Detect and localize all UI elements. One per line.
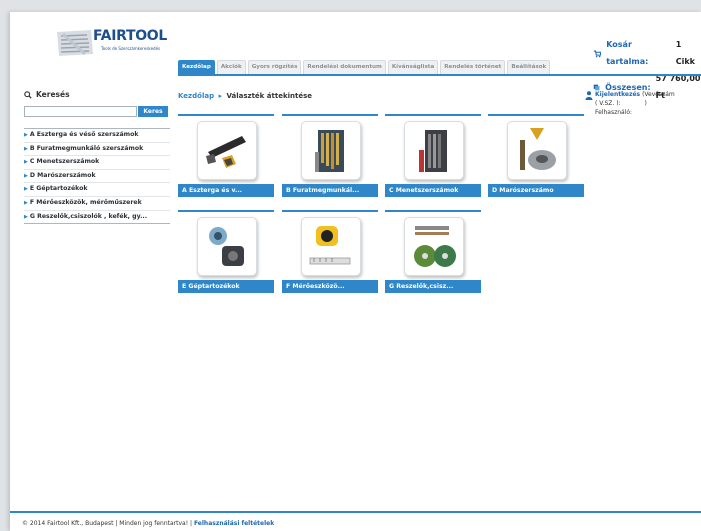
customer-code-label: ( V.SZ. ):	[595, 100, 621, 107]
terms-link[interactable]: Felhasználási feltételek	[194, 520, 274, 527]
measuring-tape-icon	[309, 226, 351, 265]
search-icon	[24, 90, 32, 99]
tile-top-border	[282, 210, 378, 212]
tab-gyors-rogzites[interactable]: Gyors rögzítés	[247, 60, 302, 74]
nav-divider	[178, 74, 701, 76]
search-title: Keresés	[36, 90, 70, 99]
category-tile-c[interactable]: C Menetszerszámok	[385, 114, 481, 200]
triangle-right-icon: ▶	[24, 199, 28, 206]
category-item-a[interactable]: ▶ A Eszterga és véső szerszámok	[24, 128, 170, 143]
tab-rendelesi-dokumentum[interactable]: Rendelési dokumentum	[303, 60, 386, 74]
tab-rendeles-tortenet[interactable]: Rendelés történet	[440, 60, 506, 74]
main-nav: Kezdőlap Akciók Gyors rögzítés Rendelési…	[178, 60, 698, 74]
category-label: G Reszelők,csiszolók , kefék, gy...	[29, 212, 148, 220]
tile-image[interactable]	[301, 217, 361, 276]
breadcrumb-current: Választék áttekintése	[226, 92, 312, 100]
tile-image[interactable]	[197, 121, 257, 180]
category-list: ▶ A Eszterga és véső szerszámok ▶ B Furatm…	[24, 128, 170, 225]
tile-label[interactable]: F Mérőeszközö...	[282, 280, 378, 293]
category-label: F Mérőeszközök, mérőműszerek	[29, 198, 142, 206]
brand-logo[interactable]: FAIRTOOL Tools de Szerszámkereskedés	[55, 26, 167, 60]
breadcrumb: Kezdőlap ▸ Választék áttekintése	[178, 92, 312, 100]
tile-top-border	[385, 210, 481, 212]
category-item-e[interactable]: ▶ E Géptartozékok	[24, 183, 170, 197]
category-tile-b[interactable]: B Furatmegmunkál...	[282, 114, 378, 200]
category-item-g[interactable]: ▶ G Reszelők,csiszolók , kefék, gy...	[24, 211, 170, 225]
customer-number-label: (Vevőszám	[642, 91, 675, 98]
footer: © 2014 Fairtool Kft., Budapest | Minden …	[22, 520, 274, 527]
search-input[interactable]	[24, 106, 137, 117]
category-label: D Marószerszámok	[29, 171, 96, 179]
chuck-icon	[209, 227, 244, 266]
category-tile-e[interactable]: E Géptartozékok	[178, 210, 274, 296]
category-label: C Menetszerszámok	[29, 158, 100, 166]
triangle-right-icon: ▶	[24, 145, 28, 152]
logo-mark-icon	[57, 30, 93, 56]
triangle-right-icon: ▶	[24, 172, 28, 179]
drill-set-icon	[315, 130, 344, 172]
tile-image[interactable]	[404, 217, 464, 276]
footer-copyright: © 2014 Fairtool Kft., Budapest | Minden …	[22, 520, 193, 527]
brand-tagline: Tools de Szerszámkereskedés	[101, 46, 161, 51]
tap-set-icon	[419, 130, 447, 172]
user-icon	[585, 91, 593, 100]
footer-divider	[10, 511, 701, 513]
tile-top-border	[385, 114, 481, 116]
milling-cutter-icon	[520, 128, 556, 170]
tile-label[interactable]: D Marószerszámo	[488, 184, 584, 197]
tile-label[interactable]: C Menetszerszámok	[385, 184, 481, 197]
cart-icon	[593, 49, 602, 57]
triangle-right-icon: ▶	[24, 213, 28, 220]
category-item-c[interactable]: ▶ C Menetszerszámok	[24, 156, 170, 170]
search-heading: Keresés	[24, 90, 70, 99]
tab-kezdolap[interactable]: Kezdőlap	[178, 60, 215, 74]
tile-top-border	[178, 114, 274, 116]
tile-label[interactable]: E Géptartozékok	[178, 280, 274, 293]
triangle-right-icon: ▶	[24, 186, 28, 193]
category-item-d[interactable]: ▶ D Marószerszámok	[24, 170, 170, 184]
login-panel: Kijelentkezés (Vevőszám ( V.SZ. ): ) Fel…	[585, 90, 695, 117]
tile-label[interactable]: G Reszelők,csisz...	[385, 280, 481, 293]
category-tile-f[interactable]: F Mérőeszközö...	[282, 210, 378, 296]
tile-top-border	[488, 114, 584, 116]
triangle-right-icon: ▶	[24, 132, 28, 138]
logout-link[interactable]: Kijelentkezés	[595, 91, 640, 98]
tile-image[interactable]	[301, 121, 361, 180]
user-label: Felhasználó:	[595, 109, 633, 116]
category-label: B Furatmegmunkáló szerszámok	[29, 144, 144, 152]
tab-beallitasok[interactable]: Beállítások	[507, 60, 551, 74]
tile-image[interactable]	[197, 217, 257, 276]
breadcrumb-home[interactable]: Kezdőlap	[178, 92, 214, 100]
category-tile-g[interactable]: G Reszelők,csisz...	[385, 210, 481, 296]
tile-label[interactable]: B Furatmegmunkál...	[282, 184, 378, 197]
tile-label[interactable]: A Eszterga és v...	[178, 184, 274, 197]
breadcrumb-separator: ▸	[218, 92, 223, 100]
turning-tool-icon	[206, 136, 246, 168]
category-tile-d[interactable]: D Marószerszámo	[488, 114, 584, 200]
category-tile-a[interactable]: A Eszterga és v...	[178, 114, 274, 200]
category-item-b[interactable]: ▶ B Furatmegmunkáló szerszámok	[24, 143, 170, 157]
tile-image[interactable]	[404, 121, 464, 180]
triangle-right-icon: ▶	[24, 159, 28, 166]
category-label: E Géptartozékok	[29, 185, 88, 193]
category-label: A Eszterga és véső szerszámok	[29, 131, 139, 138]
tile-image[interactable]	[507, 121, 567, 180]
tile-top-border	[282, 114, 378, 116]
page: FAIRTOOL Tools de Szerszámkereskedés Kos…	[10, 12, 701, 531]
tile-top-border	[178, 210, 274, 212]
category-item-f[interactable]: ▶ F Mérőeszközök, mérőműszerek	[24, 197, 170, 211]
tab-akciok[interactable]: Akciók	[216, 60, 246, 74]
customer-code-close: )	[644, 100, 647, 107]
tab-kivansaglista[interactable]: Kívánságlista	[387, 60, 439, 74]
search-button[interactable]: Keres	[138, 106, 168, 117]
grinding-disc-icon	[414, 226, 456, 267]
brand-name: FAIRTOOL	[93, 28, 168, 44]
